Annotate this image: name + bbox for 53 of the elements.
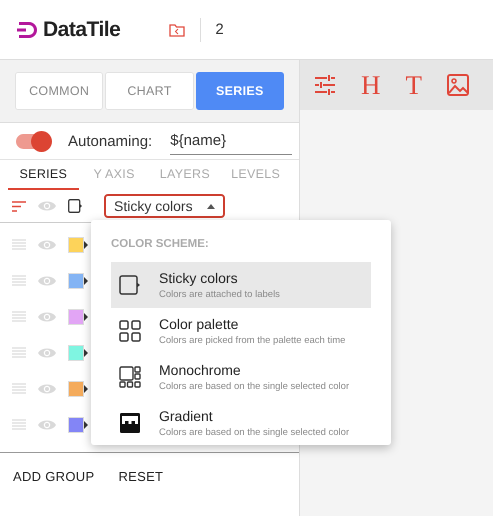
drag-handle-icon[interactable] (12, 419, 26, 431)
eye-icon[interactable] (38, 200, 56, 212)
sticky-color-icon (119, 274, 141, 296)
menu-item[interactable]: Gradient Colors are based on the single selected color (111, 400, 371, 446)
item-label: Gradient (159, 408, 214, 424)
item-label: Color palette (159, 316, 240, 332)
name-input-field[interactable]: ${name} (170, 128, 292, 154)
field-label: Autonaming: (68, 132, 152, 150)
tab[interactable]: CHART (105, 72, 194, 110)
sticky-color-icon[interactable] (68, 199, 82, 213)
gradient-icon (119, 412, 141, 434)
folder-icon[interactable] (169, 22, 186, 36)
drag-handle-icon[interactable] (12, 275, 26, 287)
item-label: Monochrome (159, 362, 242, 378)
sliders-icon[interactable] (314, 74, 336, 96)
item-description: Colors are attached to labels (159, 289, 280, 300)
action-button[interactable]: ADD GROUP (13, 469, 94, 484)
eye-icon[interactable] (38, 311, 56, 323)
tab[interactable]: SERIES (8, 160, 79, 190)
color-swatch[interactable] (68, 345, 88, 361)
item-description: Colors are based on the single selected color (159, 427, 350, 438)
mosaic-icon (119, 366, 141, 388)
eye-icon[interactable] (38, 275, 56, 287)
logo-icon (17, 22, 39, 38)
image-icon[interactable] (447, 74, 469, 96)
color-swatch[interactable] (68, 237, 88, 253)
menu-item[interactable]: Color palette Colors are picked from the palette each time (111, 308, 371, 354)
drag-handle-icon[interactable] (12, 383, 26, 395)
grid-icon (119, 320, 141, 342)
scheme-dropdown[interactable]: Sticky colors (104, 194, 225, 218)
tab[interactable]: COMMON (15, 72, 104, 110)
color-swatch[interactable] (68, 309, 88, 325)
sort-icon[interactable] (12, 200, 26, 212)
item-description: Colors are picked from the palette each time (159, 335, 346, 346)
action-button[interactable]: RESET (118, 469, 164, 484)
page-count: 2 (215, 21, 224, 38)
item-label: Sticky colors (159, 270, 239, 286)
drag-handle-icon[interactable] (12, 311, 26, 323)
color-swatch[interactable] (68, 381, 88, 397)
caret-icon (206, 204, 215, 208)
logo-text: DataTile (43, 18, 120, 42)
drag-handle-icon[interactable] (12, 347, 26, 359)
color-swatch[interactable] (68, 273, 88, 289)
menu-item[interactable]: Sticky colors Colors are attached to labels (111, 262, 371, 308)
color-swatch[interactable] (68, 417, 88, 433)
menu-heading: COLOR SCHEME: (111, 238, 210, 250)
eye-icon[interactable] (38, 383, 56, 395)
drag-handle-icon[interactable] (12, 239, 26, 251)
eye-icon[interactable] (38, 419, 56, 431)
item-description: Colors are based on the single selected color (159, 381, 350, 392)
menu-item[interactable]: Monochrome Colors are based on the single selected color (111, 354, 371, 400)
eye-icon[interactable] (38, 347, 56, 359)
eye-icon[interactable] (38, 239, 56, 251)
